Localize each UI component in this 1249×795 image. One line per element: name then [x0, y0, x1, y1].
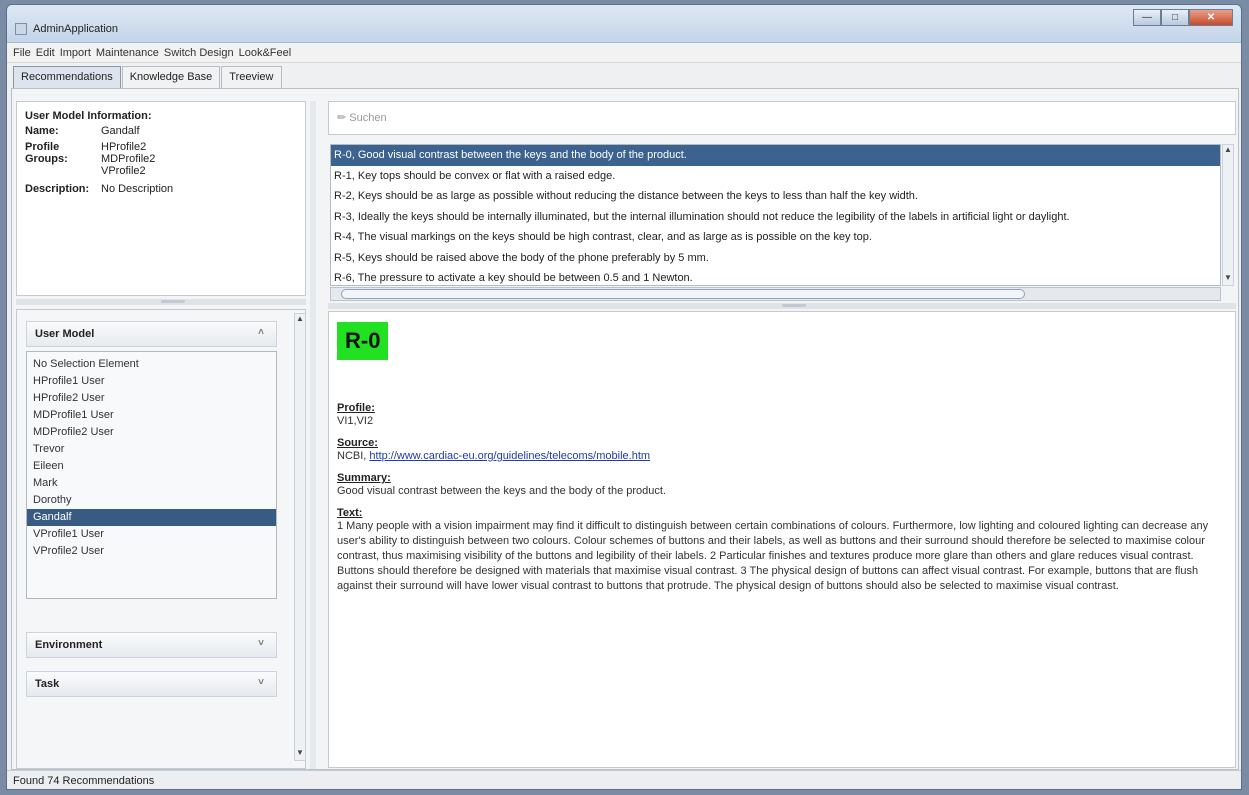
- text-heading: Text:: [337, 507, 363, 519]
- expand-icon: ˅: [258, 677, 264, 688]
- recommendation-detail: R-0 Profile: VI1,VI2 Source: NCBI, http:…: [328, 311, 1236, 768]
- tab-knowledge-base[interactable]: Knowledge Base: [121, 66, 221, 88]
- task-section-header[interactable]: Task ˅: [26, 671, 277, 697]
- menu-look-and-feel[interactable]: Look&Feel: [239, 43, 292, 62]
- source-prefix: NCBI,: [337, 450, 367, 462]
- list-item[interactable]: R-1, Key tops should be convex or flat w…: [331, 166, 1220, 187]
- right-split-divider[interactable]: [328, 303, 1236, 309]
- menu-bar: File Edit Import Maintenance Switch Desi…: [7, 43, 1241, 63]
- recommendation-horizontal-scrollbar[interactable]: [330, 287, 1221, 301]
- environment-header-label: Environment: [35, 639, 103, 651]
- profile-groups-label-line1: Profile: [25, 141, 60, 153]
- list-item[interactable]: R-5, Keys should be raised above the bod…: [331, 248, 1220, 269]
- list-item[interactable]: R-6, The pressure to activate a key shou…: [331, 268, 1220, 289]
- environment-section-header[interactable]: Environment ˅: [26, 632, 277, 658]
- list-item[interactable]: R-4, The visual markings on the keys sho…: [331, 227, 1220, 248]
- list-item-selected[interactable]: Gandalf: [27, 509, 276, 526]
- list-item[interactable]: MDProfile1 User: [27, 407, 276, 424]
- scroll-down-icon[interactable]: ▼: [295, 748, 305, 760]
- list-item[interactable]: R-3, Ideally the keys should be internal…: [331, 207, 1220, 228]
- expand-icon: ˅: [258, 638, 264, 649]
- list-item[interactable]: Trevor: [27, 441, 276, 458]
- user-model-info-panel: User Model Information: Name: Gandalf Pr…: [16, 101, 306, 296]
- profile-heading: Profile:: [337, 402, 375, 414]
- list-item[interactable]: VProfile1 User: [27, 526, 276, 543]
- menu-edit[interactable]: Edit: [36, 43, 55, 62]
- list-item[interactable]: VProfile2 User: [27, 543, 276, 560]
- list-item[interactable]: Eileen: [27, 458, 276, 475]
- scroll-thumb[interactable]: [341, 289, 1025, 299]
- tab-recommendations[interactable]: Recommendations: [13, 66, 121, 88]
- summary-value: Good visual contrast between the keys an…: [337, 485, 666, 497]
- window-controls: — □ ✕: [1133, 9, 1233, 26]
- list-item[interactable]: R-2, Keys should be as large as possible…: [331, 186, 1220, 207]
- scroll-down-icon[interactable]: ▼: [1223, 273, 1233, 285]
- source-heading: Source:: [337, 437, 378, 449]
- title-bar: AdminApplication — □ ✕: [7, 5, 1241, 43]
- profile-group-value: VProfile2: [101, 165, 146, 177]
- list-item[interactable]: No Selection Element: [27, 356, 276, 373]
- main-split-divider[interactable]: [310, 101, 316, 769]
- user-list[interactable]: No Selection Element HProfile1 User HPro…: [26, 351, 277, 599]
- list-item-selected[interactable]: R-0, Good visual contrast between the ke…: [331, 145, 1220, 166]
- description-label: Description:: [25, 183, 90, 195]
- list-item[interactable]: HProfile1 User: [27, 373, 276, 390]
- search-bar[interactable]: ✏ Suchen: [328, 101, 1236, 135]
- menu-file[interactable]: File: [13, 43, 31, 62]
- menu-switch-design[interactable]: Switch Design: [164, 43, 234, 62]
- menu-maintenance[interactable]: Maintenance: [96, 43, 159, 62]
- profile-value: VI1,VI2: [337, 415, 374, 427]
- task-header-label: Task: [35, 678, 60, 690]
- maximize-button[interactable]: □: [1161, 9, 1189, 26]
- name-value: Gandalf: [101, 125, 140, 137]
- close-button[interactable]: ✕: [1189, 9, 1233, 26]
- status-bar: Found 74 Recommendations: [7, 770, 1241, 789]
- list-item[interactable]: MDProfile2 User: [27, 424, 276, 441]
- recommendation-id-badge: R-0: [337, 322, 389, 360]
- source-link[interactable]: http://www.cardiac-eu.org/guidelines/tel…: [369, 450, 650, 462]
- list-item[interactable]: Dorothy: [27, 492, 276, 509]
- profile-group-value: MDProfile2: [101, 153, 156, 165]
- accordion-scrollbar[interactable]: ▲ ▼: [294, 313, 306, 761]
- summary-heading: Summary:: [337, 472, 391, 484]
- profile-groups-label-line2: Groups:: [25, 153, 68, 165]
- text-value: 1 Many people with a vision impairment m…: [337, 520, 1209, 592]
- menu-import[interactable]: Import: [60, 43, 91, 62]
- search-icon: ✏: [337, 112, 347, 124]
- recommendations-tab-content: User Model Information: Name: Gandalf Pr…: [11, 88, 1239, 770]
- collapse-icon: ˄: [258, 327, 264, 338]
- app-icon: [15, 23, 27, 35]
- user-model-section-header[interactable]: User Model ˄: [26, 321, 277, 347]
- user-model-header-label: User Model: [35, 328, 95, 340]
- scroll-up-icon[interactable]: ▲: [295, 314, 305, 326]
- admin-window: AdminApplication — □ ✕ File Edit Import …: [6, 4, 1242, 790]
- left-split-divider[interactable]: [16, 299, 306, 305]
- scroll-up-icon[interactable]: ▲: [1223, 145, 1233, 157]
- tab-treeview[interactable]: Treeview: [221, 66, 282, 88]
- recommendation-list-scrollbar[interactable]: ▲ ▼: [1222, 144, 1234, 286]
- list-item[interactable]: HProfile2 User: [27, 390, 276, 407]
- profile-group-value: HProfile2: [101, 141, 147, 153]
- recommendation-list[interactable]: R-0, Good visual contrast between the ke…: [330, 144, 1221, 286]
- tab-bar: Recommendations Knowledge Base Treeview: [13, 66, 283, 88]
- search-input[interactable]: Suchen: [349, 112, 386, 124]
- minimize-button[interactable]: —: [1133, 9, 1161, 26]
- list-item[interactable]: Mark: [27, 475, 276, 492]
- name-label: Name:: [25, 125, 59, 137]
- description-value: No Description: [101, 183, 174, 195]
- user-model-info-title: User Model Information:: [25, 110, 152, 122]
- window-title: AdminApplication: [33, 23, 118, 35]
